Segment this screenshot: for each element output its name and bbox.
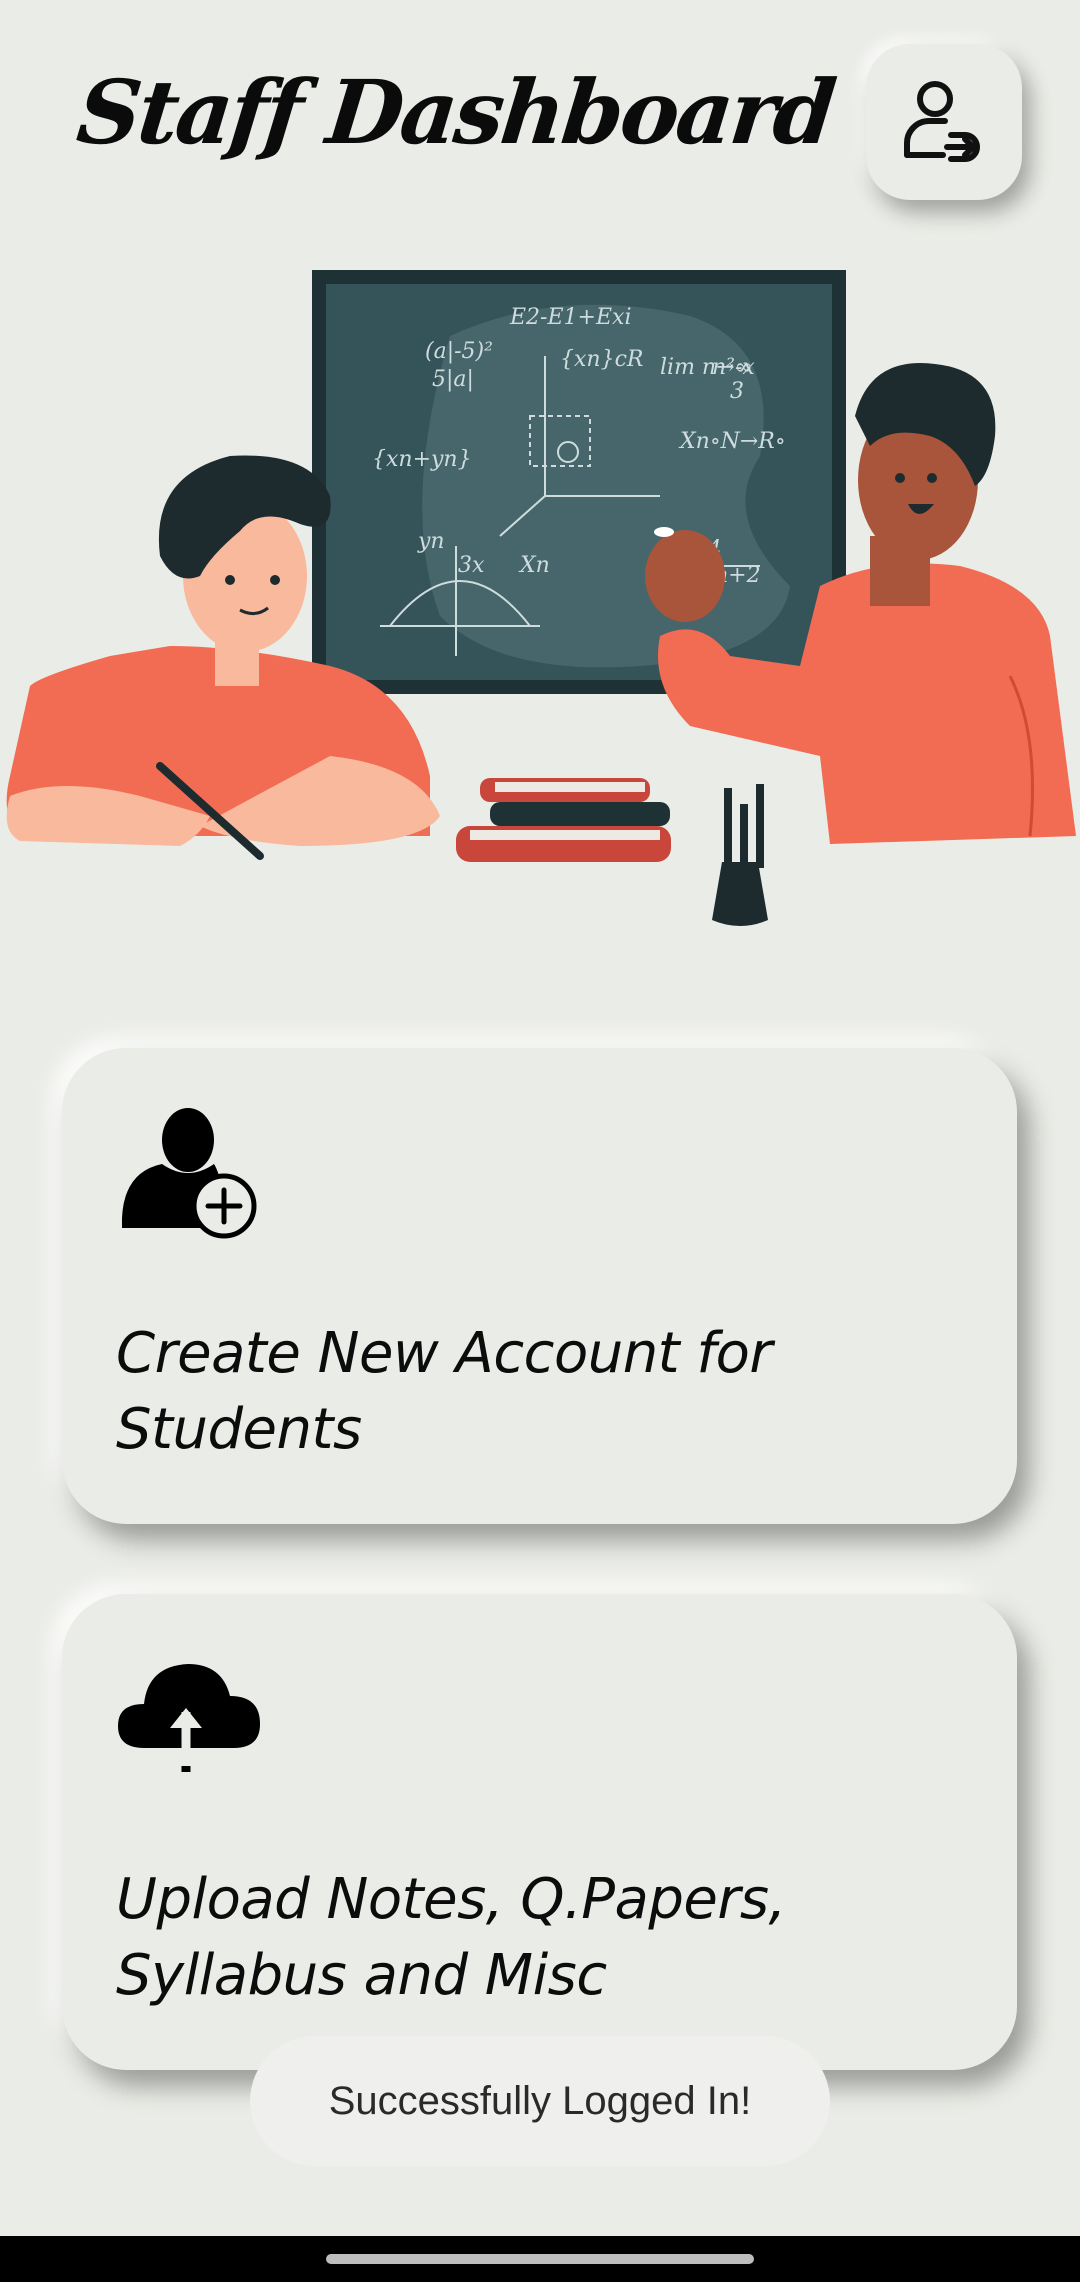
- board-formula: E2-E1+Exi: [509, 305, 631, 330]
- pen-holder: [712, 784, 768, 926]
- board-formula: 3x: [458, 553, 485, 578]
- create-student-account-label: Create New Account for Students: [116, 1321, 772, 1462]
- board-formula: {xn+yn}: [372, 447, 472, 472]
- board-formula: 3: [730, 379, 744, 404]
- board-formula: yn: [417, 529, 445, 554]
- create-student-account-card[interactable]: Create New Account for Students: [62, 1048, 1017, 1524]
- login-success-toast: Successfully Logged In!: [250, 2036, 830, 2166]
- page-title: Staff Dashboard: [72, 60, 839, 164]
- board-formula: 5|a|: [432, 367, 474, 392]
- system-navigation-bar: [0, 2236, 1080, 2282]
- board-formula: {xn}cR: [560, 347, 643, 372]
- upload-materials-card[interactable]: Upload Notes, Q.Papers, Syllabus and Mis…: [62, 1594, 1017, 2070]
- board-formula: (a|-5)²: [425, 339, 493, 364]
- home-gesture-handle[interactable]: [326, 2254, 754, 2264]
- chalkboard: E2-E1+Exi (a|-5)² 5|a| {xn}cR lim n→∞ n²…: [312, 270, 846, 694]
- user-logout-icon: [904, 81, 980, 162]
- cloud-upload-icon: [118, 1664, 260, 1772]
- board-formula: n²-x: [712, 355, 755, 380]
- add-user-icon: [122, 1108, 257, 1239]
- upload-materials-label: Upload Notes, Q.Papers, Syllabus and Mis…: [116, 1867, 786, 2008]
- books: [456, 778, 671, 862]
- board-formula: Xn: [518, 553, 550, 578]
- board-formula: Xn∘N→R∘: [678, 429, 786, 454]
- hero-illustration: E2-E1+Exi (a|-5)² 5|a| {xn}cR lim n→∞ n²…: [6, 270, 1076, 926]
- logout-button[interactable]: [866, 44, 1022, 200]
